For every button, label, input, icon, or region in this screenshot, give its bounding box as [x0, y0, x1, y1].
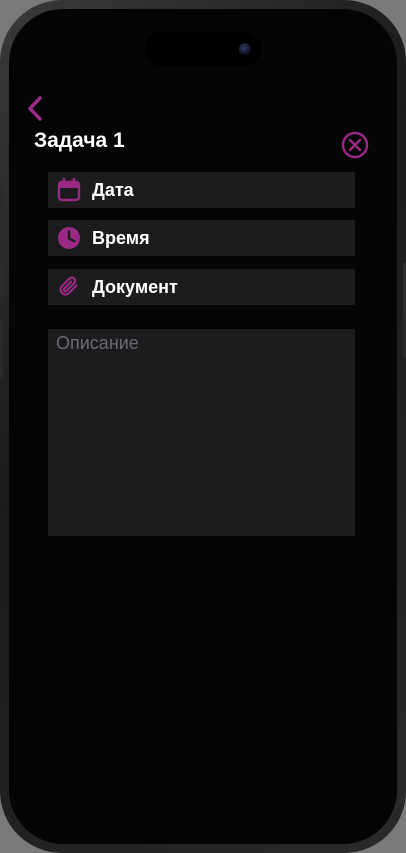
date-label: Дата — [92, 179, 134, 200]
close-button[interactable] — [340, 130, 370, 160]
date-field[interactable]: Дата — [48, 172, 355, 208]
phone-frame: Задача 1 Дата Время Документ Описание — [0, 0, 406, 853]
description-input[interactable] — [48, 329, 355, 536]
time-field[interactable]: Время — [48, 220, 355, 256]
front-camera — [239, 43, 251, 55]
paperclip-icon — [56, 274, 82, 300]
chevron-left-icon — [28, 96, 42, 121]
close-circle-icon — [341, 131, 369, 159]
page-title: Задача 1 — [34, 129, 125, 152]
calendar-icon — [56, 177, 82, 203]
document-field[interactable]: Документ — [48, 269, 355, 305]
back-button[interactable] — [25, 95, 49, 123]
volume-down-button — [0, 318, 3, 378]
time-label: Время — [92, 227, 150, 248]
action-button — [0, 186, 3, 216]
screen: Задача 1 Дата Время Документ Описание — [9, 9, 397, 844]
clock-icon — [56, 225, 82, 251]
volume-up-button — [0, 245, 3, 305]
document-label: Документ — [92, 276, 178, 297]
dynamic-island — [145, 32, 261, 66]
